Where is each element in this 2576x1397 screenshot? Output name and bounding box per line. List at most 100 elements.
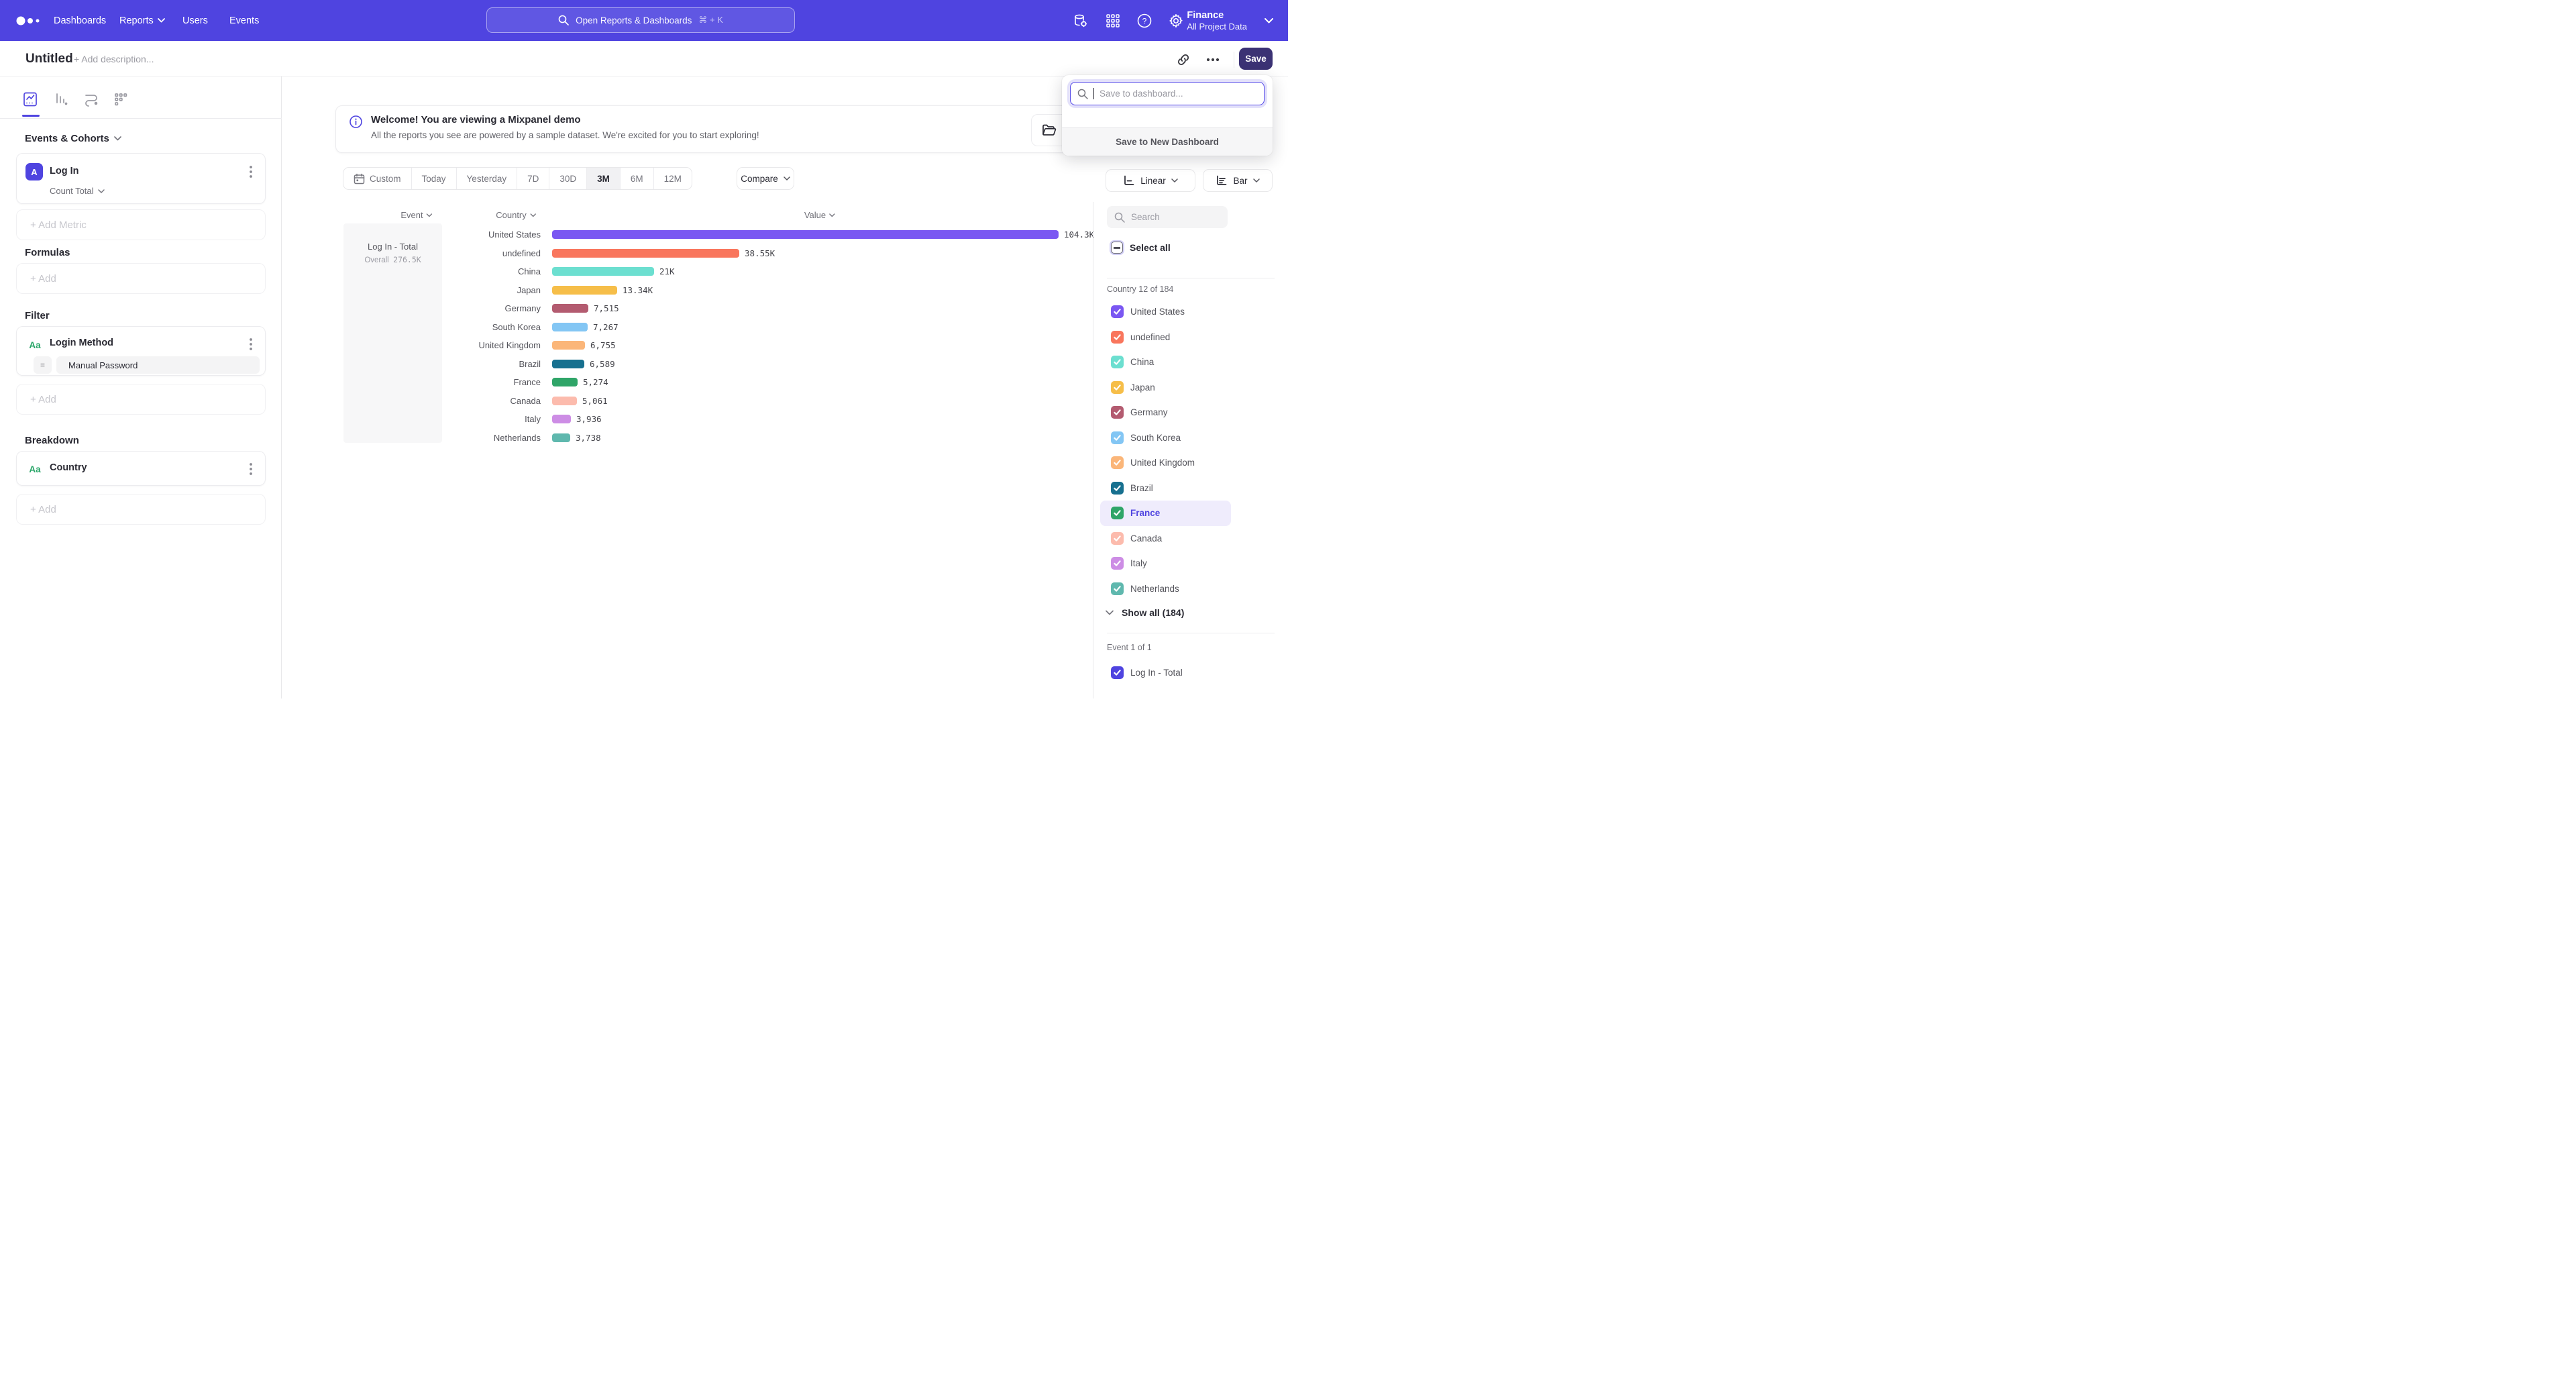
- country-checkbox[interactable]: [1111, 557, 1124, 570]
- country-checkbox[interactable]: [1111, 482, 1124, 495]
- date-range-7d[interactable]: 7D: [517, 168, 549, 189]
- country-filter-row[interactable]: Brazil: [1100, 476, 1231, 501]
- bar[interactable]: [552, 341, 585, 350]
- breakdown-card-country[interactable]: Aa Country: [16, 451, 266, 486]
- bar[interactable]: [552, 249, 739, 258]
- date-range-today[interactable]: Today: [412, 168, 457, 189]
- more-options-icon[interactable]: [1204, 52, 1222, 68]
- date-range-6m[interactable]: 6M: [621, 168, 654, 189]
- settings-gear-icon[interactable]: [1167, 12, 1185, 30]
- country-filter-row[interactable]: China: [1100, 350, 1231, 375]
- event-cell[interactable]: Log In - Total Overall 276.5K: [343, 223, 442, 443]
- date-range-3m[interactable]: 3M: [587, 168, 621, 189]
- nav-events[interactable]: Events: [229, 0, 259, 41]
- add-breakdown-button[interactable]: + Add: [16, 494, 266, 525]
- country-checkbox[interactable]: [1111, 331, 1124, 344]
- global-search-bar[interactable]: Open Reports & Dashboards ⌘ + K: [486, 7, 795, 33]
- chart-scale-button[interactable]: Linear: [1106, 169, 1195, 192]
- country-filter-row[interactable]: South Korea: [1100, 425, 1231, 451]
- date-range-custom[interactable]: Custom: [343, 168, 412, 189]
- select-all-checkbox[interactable]: [1111, 242, 1123, 254]
- save-button[interactable]: Save: [1239, 48, 1273, 70]
- tab-retention[interactable]: [111, 90, 130, 109]
- metric-kebab-icon[interactable]: [245, 164, 257, 179]
- copy-link-icon[interactable]: [1175, 52, 1191, 68]
- apps-grid-icon[interactable]: [1104, 12, 1122, 30]
- data-management-icon[interactable]: [1072, 12, 1089, 30]
- compare-button[interactable]: Compare: [737, 167, 794, 190]
- report-title[interactable]: Untitled: [25, 52, 73, 66]
- country-checkbox[interactable]: [1111, 406, 1124, 419]
- column-header-event[interactable]: Event: [400, 210, 432, 220]
- help-icon[interactable]: ?: [1136, 12, 1153, 30]
- country-checkbox[interactable]: [1111, 305, 1124, 318]
- nav-reports[interactable]: Reports: [119, 0, 165, 41]
- country-filter-row[interactable]: Japan: [1100, 375, 1231, 401]
- bar[interactable]: [552, 286, 617, 295]
- nav-dashboards[interactable]: Dashboards: [54, 0, 106, 41]
- filter-value[interactable]: Manual Password: [56, 356, 260, 374]
- chevron-down-icon: [829, 213, 835, 217]
- select-all-row[interactable]: Select all: [1111, 242, 1171, 254]
- column-header-value[interactable]: Value: [804, 210, 835, 220]
- country-filter-row[interactable]: undefined: [1100, 325, 1231, 350]
- country-filter-row[interactable]: Germany: [1100, 400, 1231, 425]
- event-filter-row[interactable]: Log In - Total: [1111, 661, 1183, 684]
- metric-aggregation[interactable]: Count Total: [50, 186, 105, 196]
- country-checkbox[interactable]: [1111, 532, 1124, 545]
- bar[interactable]: [552, 397, 577, 405]
- country-checkbox[interactable]: [1111, 582, 1124, 595]
- country-filter-row[interactable]: Italy: [1100, 551, 1231, 576]
- show-all-row[interactable]: Show all (184): [1106, 601, 1184, 624]
- chart-type-button[interactable]: Bar: [1203, 169, 1273, 192]
- bar[interactable]: [552, 323, 588, 331]
- country-filter-row[interactable]: France: [1100, 501, 1231, 526]
- bar[interactable]: [552, 415, 571, 423]
- breakdown-kebab-icon[interactable]: [245, 462, 257, 476]
- country-filter-row[interactable]: United Kingdom: [1100, 450, 1231, 476]
- column-header-country[interactable]: Country: [496, 210, 536, 220]
- project-switcher[interactable]: Finance All Project Data: [1187, 0, 1273, 41]
- section-events-cohorts[interactable]: Events & Cohorts: [25, 133, 121, 144]
- country-checkbox[interactable]: [1111, 381, 1124, 394]
- add-metric-button[interactable]: + Add Metric: [16, 209, 266, 240]
- save-to-dashboard-input[interactable]: Save to dashboard...: [1070, 82, 1265, 105]
- bar[interactable]: [552, 230, 1059, 239]
- country-filter-row[interactable]: United States: [1100, 299, 1231, 325]
- country-filter-row[interactable]: Netherlands: [1100, 576, 1231, 602]
- bar[interactable]: [552, 433, 570, 442]
- bar[interactable]: [552, 378, 578, 386]
- country-checkbox[interactable]: [1111, 431, 1124, 444]
- metric-name[interactable]: Log In: [50, 166, 79, 176]
- filter-card-login-method[interactable]: Aa Login Method = Manual Password: [16, 326, 266, 376]
- date-range-12m[interactable]: 12M: [654, 168, 692, 189]
- country-label: South Korea: [1130, 433, 1181, 443]
- mixpanel-logo-icon[interactable]: [16, 0, 43, 41]
- metric-card-log-in[interactable]: A Log In Count Total: [16, 153, 266, 204]
- filter-kebab-icon[interactable]: [245, 337, 257, 352]
- nav-users[interactable]: Users: [182, 0, 208, 41]
- event-checkbox[interactable]: [1111, 666, 1124, 679]
- filter-search-input[interactable]: Search: [1107, 206, 1228, 228]
- bar[interactable]: [552, 304, 588, 313]
- bar[interactable]: [552, 267, 654, 276]
- country-filter-row[interactable]: Canada: [1100, 526, 1231, 552]
- bar-category-label: undefined: [443, 248, 541, 258]
- add-filter-button[interactable]: + Add: [16, 384, 266, 415]
- country-checkbox[interactable]: [1111, 456, 1124, 469]
- country-checkbox[interactable]: [1111, 507, 1124, 519]
- date-range-yesterday[interactable]: Yesterday: [457, 168, 518, 189]
- country-checkbox[interactable]: [1111, 356, 1124, 368]
- tab-insights[interactable]: [21, 90, 40, 109]
- bar[interactable]: [552, 360, 584, 368]
- date-range-30d[interactable]: 30D: [549, 168, 587, 189]
- breakdown-name[interactable]: Country: [50, 462, 87, 473]
- add-description-field[interactable]: + Add description...: [74, 54, 154, 64]
- tab-flows[interactable]: [82, 90, 101, 109]
- tab-funnels[interactable]: [52, 90, 70, 109]
- add-formula-button[interactable]: + Add: [16, 263, 266, 294]
- filter-operator[interactable]: =: [34, 356, 52, 374]
- filter-name[interactable]: Login Method: [50, 338, 113, 348]
- save-to-new-dashboard-button[interactable]: Save to New Dashboard: [1062, 127, 1273, 156]
- bar-value-label: 6,589: [590, 359, 615, 369]
